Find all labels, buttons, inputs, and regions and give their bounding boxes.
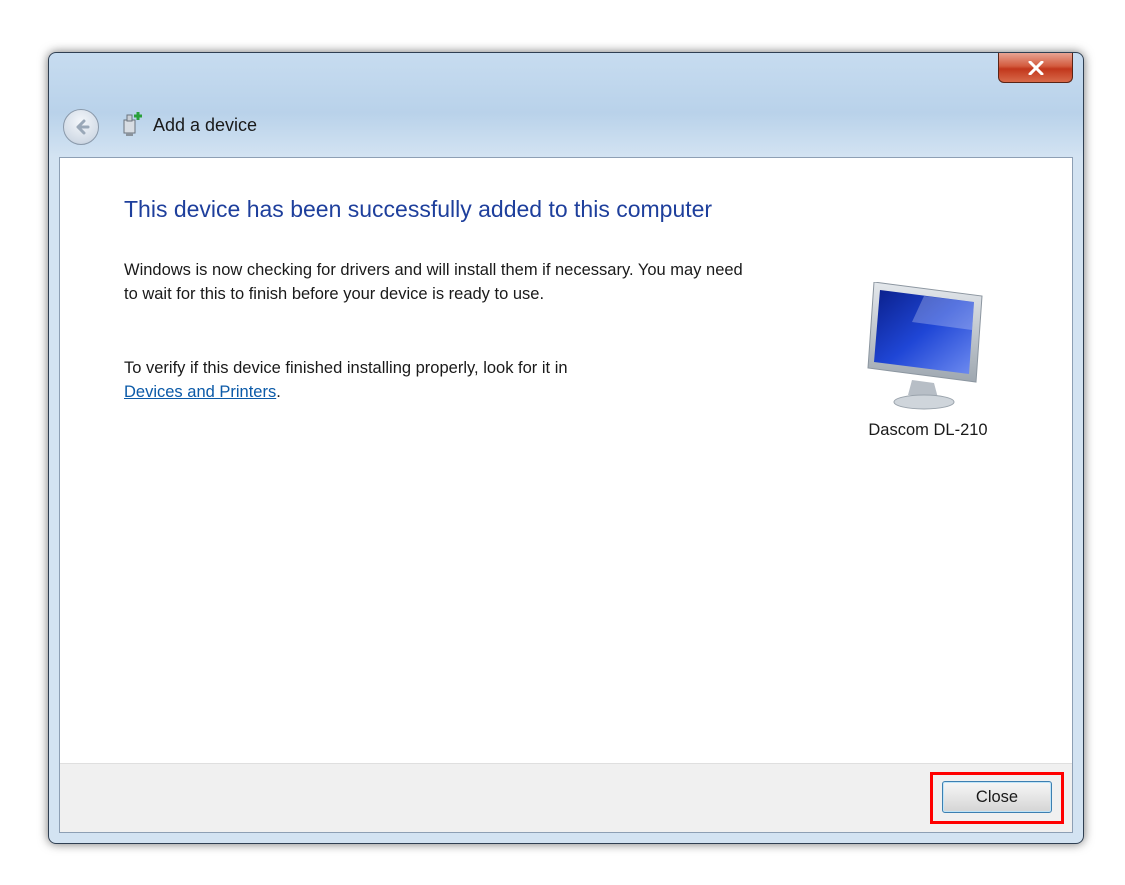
verify-text: To verify if this device finished instal… [124, 359, 568, 377]
verify-text-end: . [276, 383, 281, 401]
devices-and-printers-link[interactable]: Devices and Printers [124, 383, 276, 401]
driver-info-text: Windows is now checking for drivers and … [124, 261, 743, 303]
add-device-window: Add a device This device has been succes… [48, 52, 1084, 844]
back-arrow-icon [76, 119, 90, 135]
verify-info-text: To verify if this device finished instal… [124, 356, 744, 404]
add-device-icon [123, 112, 142, 136]
back-button[interactable] [63, 109, 99, 145]
window-title: Add a device [153, 115, 258, 135]
footer-bar: Close [60, 763, 1072, 832]
monitor-icon [867, 282, 983, 410]
page-title: This device has been successfully added … [124, 196, 713, 222]
content-panel: This device has been successfully added … [59, 157, 1073, 833]
window-close-button[interactable] [998, 53, 1073, 83]
device-name: Dascom DL-210 [868, 421, 988, 439]
close-icon [1028, 60, 1043, 75]
close-button[interactable]: Close [942, 781, 1052, 813]
